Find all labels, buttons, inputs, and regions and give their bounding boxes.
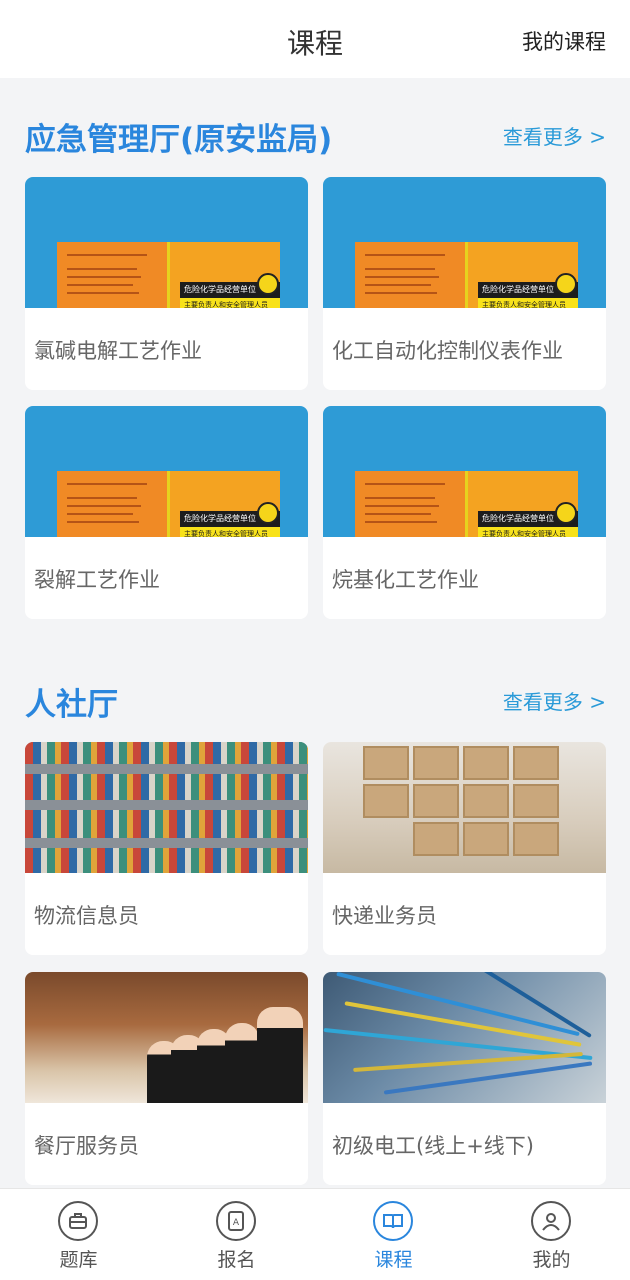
tab-courses[interactable]: 课程 — [315, 1189, 472, 1280]
course-card-label: 初级电工(线上+线下) — [332, 1134, 534, 1158]
svg-text:A: A — [233, 1218, 240, 1228]
tab-label: 题库 — [59, 1249, 98, 1271]
tab-label: 我的 — [532, 1249, 571, 1271]
hazard-icon — [257, 273, 279, 295]
course-card-electrician[interactable]: 初级电工(线上+线下) — [323, 972, 606, 1185]
section-title-safety: 应急管理厅(原安监局) — [25, 122, 333, 158]
course-thumbnail: 危险化学品经营单位 主要负责人和安全管理人员 — [323, 406, 606, 537]
bottom-tab-bar: 题库 A 报名 课程 我的 — [0, 1188, 630, 1280]
course-card-label: 裂解工艺作业 — [34, 568, 160, 592]
top-bar: 课程 我的课程 — [0, 0, 630, 78]
course-card-logistics[interactable]: 物流信息员 — [25, 742, 308, 955]
see-more-hr-link[interactable]: 查看更多 > — [503, 686, 606, 715]
tab-label: 报名 — [217, 1249, 256, 1271]
tab-registration[interactable]: A 报名 — [158, 1189, 315, 1280]
course-thumbnail: 危险化学品经营单位 主要负责人和安全管理人员 — [323, 177, 606, 308]
course-card-restaurant[interactable]: 餐厅服务员 — [25, 972, 308, 1185]
book-icon — [373, 1201, 413, 1241]
tab-question-bank[interactable]: 题库 — [0, 1189, 157, 1280]
course-card-label: 化工自动化控制仪表作业 — [332, 339, 563, 363]
course-card-courier[interactable]: 快递业务员 — [323, 742, 606, 955]
course-card-label: 氯碱电解工艺作业 — [34, 339, 202, 363]
see-more-safety-link[interactable]: 查看更多 > — [503, 121, 606, 150]
section-title-hr: 人社厅 — [25, 687, 118, 723]
course-card-label: 物流信息员 — [34, 904, 139, 928]
course-thumbnail — [323, 972, 606, 1103]
course-card-instrumentation[interactable]: 危险化学品经营单位 主要负责人和安全管理人员 化工自动化控制仪表作业 — [323, 177, 606, 390]
course-thumbnail — [25, 972, 308, 1103]
course-card-cracking[interactable]: 危险化学品经营单位 主要负责人和安全管理人员 裂解工艺作业 — [25, 406, 308, 619]
course-thumbnail: 危险化学品经营单位 主要负责人和安全管理人员 — [25, 406, 308, 537]
tab-profile[interactable]: 我的 — [473, 1189, 630, 1280]
hazard-icon — [555, 502, 577, 524]
hazard-icon — [257, 502, 279, 524]
course-card-chlor-alkali[interactable]: 危险化学品经营单位 主要负责人和安全管理人员 氯碱电解工艺作业 — [25, 177, 308, 390]
document-icon: A — [216, 1201, 256, 1241]
course-card-label: 快递业务员 — [332, 904, 437, 928]
course-card-label: 烷基化工艺作业 — [332, 568, 479, 592]
tab-label: 课程 — [374, 1249, 413, 1271]
course-card-alkylation[interactable]: 危险化学品经营单位 主要负责人和安全管理人员 烷基化工艺作业 — [323, 406, 606, 619]
course-card-label: 餐厅服务员 — [34, 1134, 139, 1158]
hazard-icon — [555, 273, 577, 295]
briefcase-icon — [58, 1201, 98, 1241]
course-thumbnail: 危险化学品经营单位 主要负责人和安全管理人员 — [25, 177, 308, 308]
my-courses-link[interactable]: 我的课程 — [522, 26, 606, 56]
course-thumbnail — [25, 742, 308, 873]
user-icon — [531, 1201, 571, 1241]
course-thumbnail — [323, 742, 606, 873]
